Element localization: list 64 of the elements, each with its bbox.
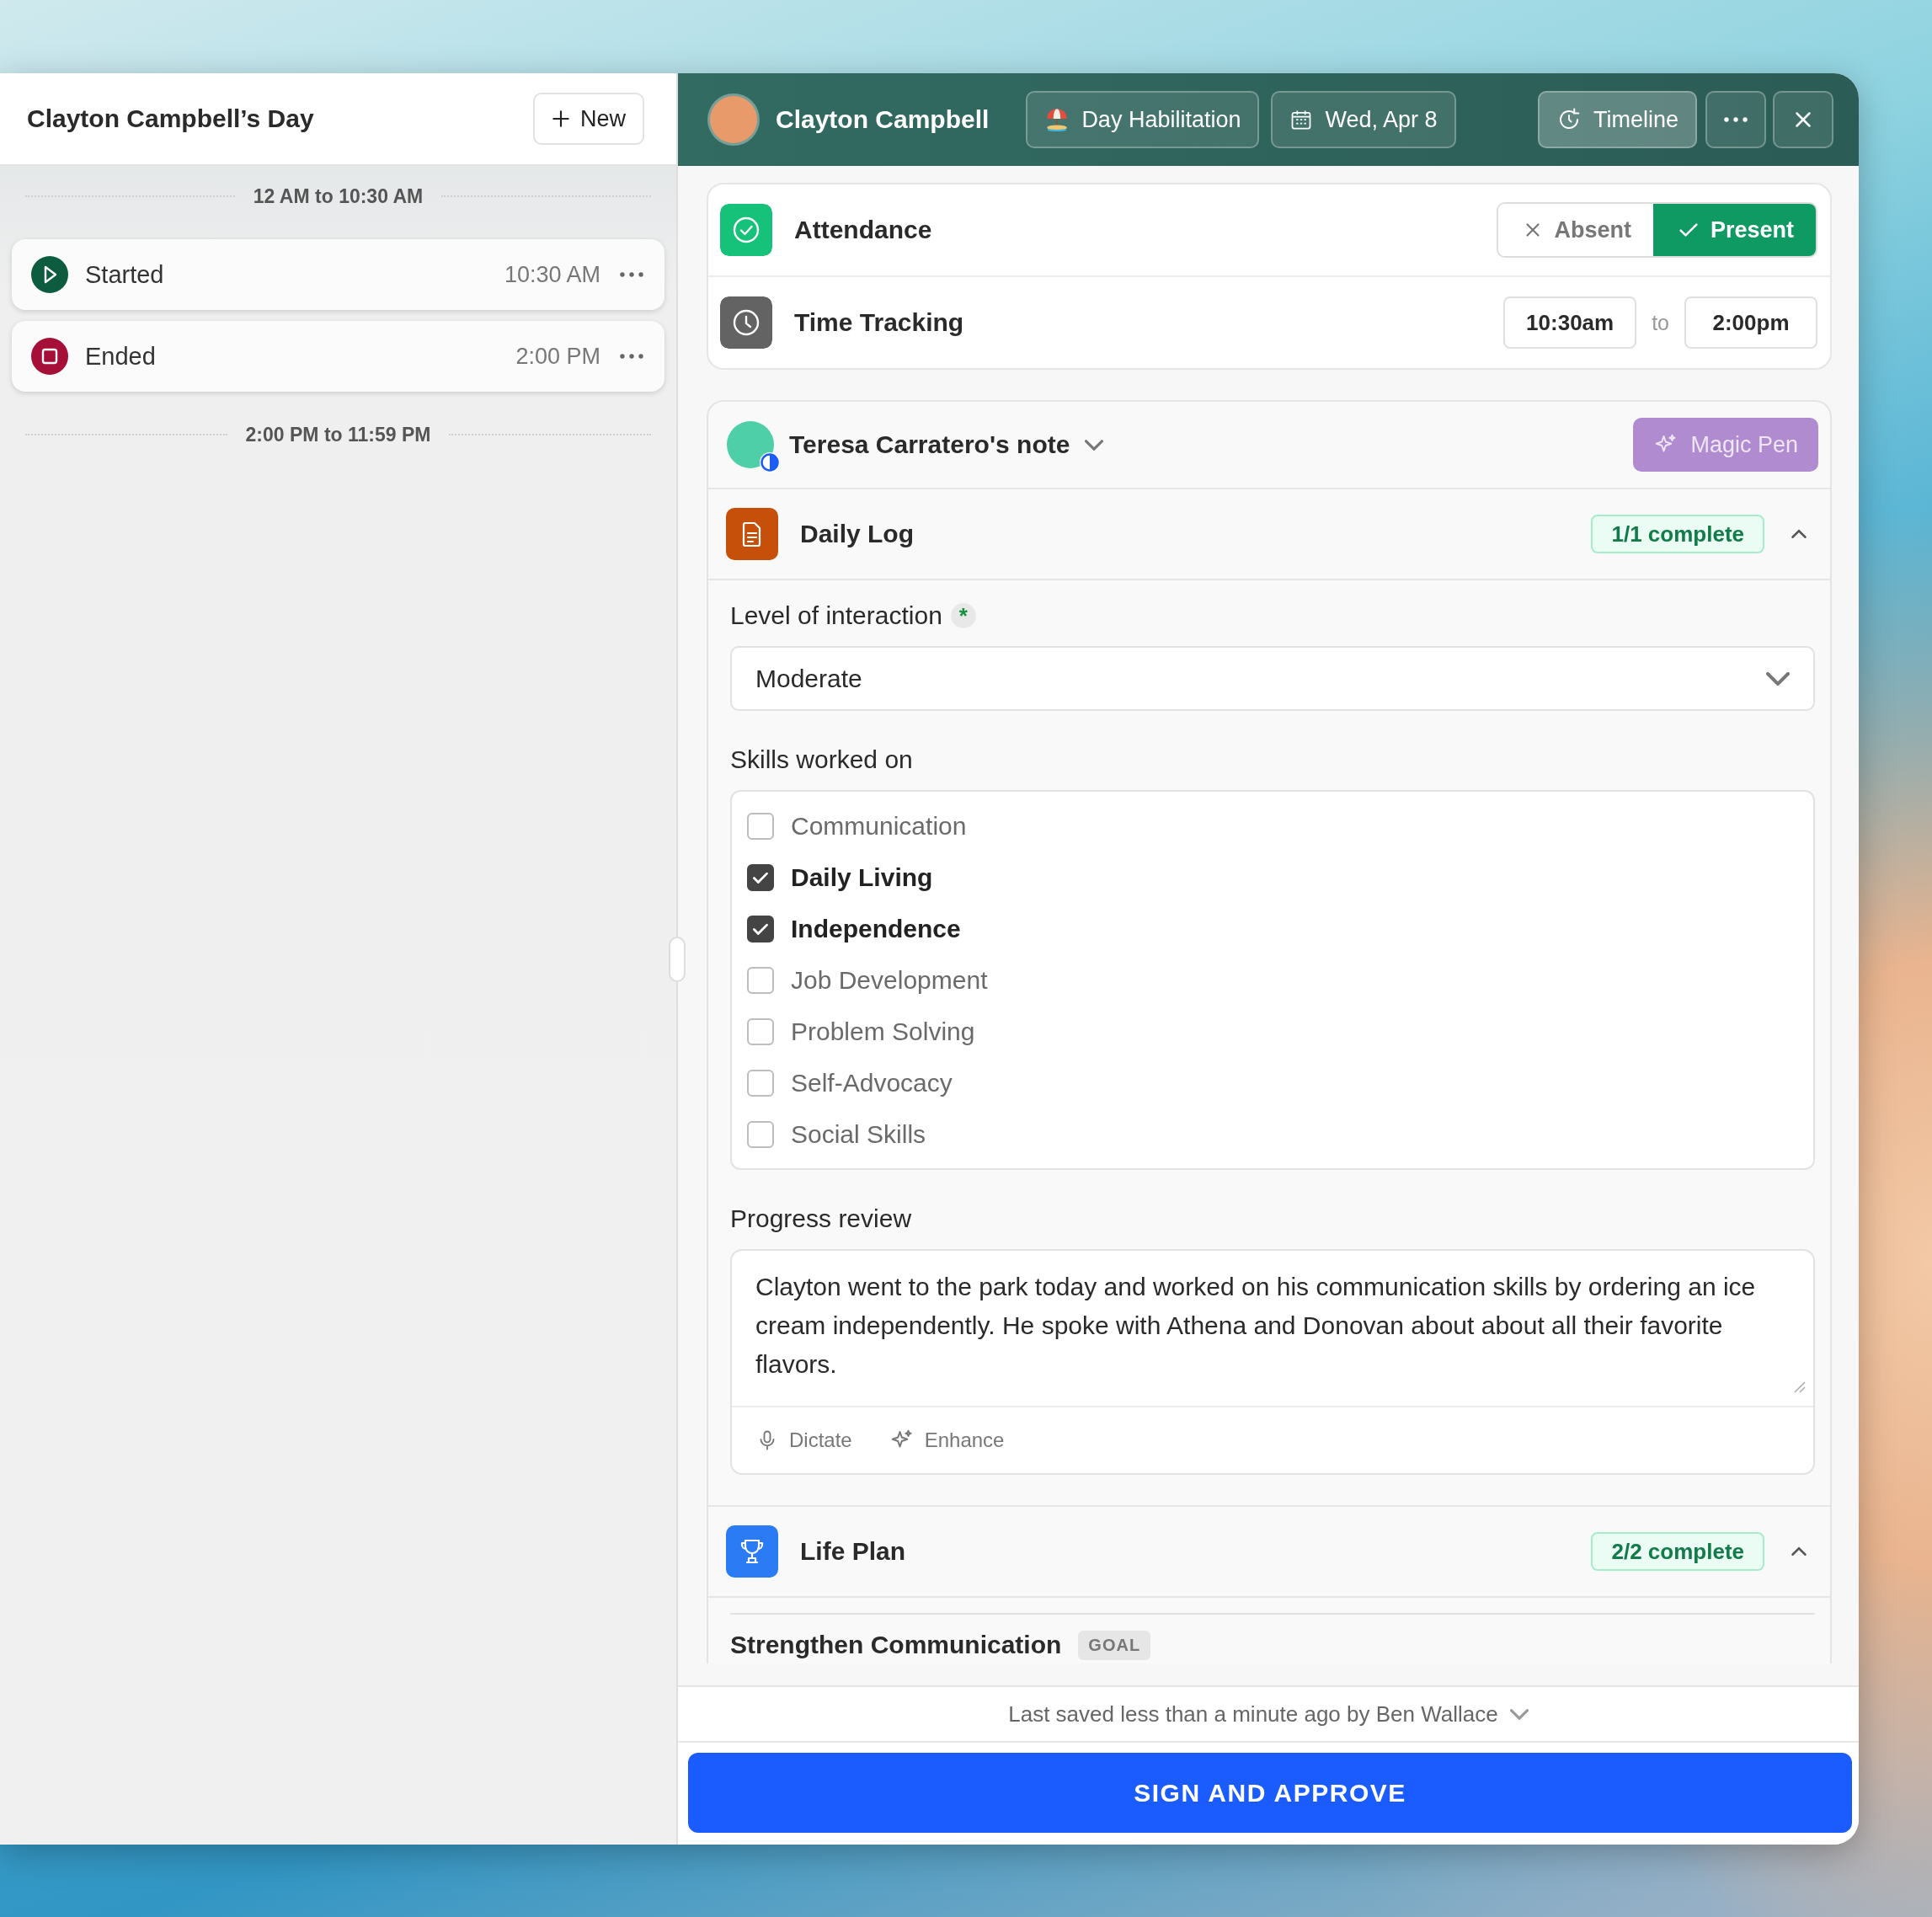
section-title: Life Plan bbox=[800, 1537, 907, 1566]
resize-handle[interactable] bbox=[669, 937, 686, 982]
field-label: Level of interaction bbox=[730, 601, 942, 630]
skill-label: Social Skills bbox=[791, 1119, 926, 1149]
skill-label: Communication bbox=[791, 811, 967, 841]
chevron-down-icon bbox=[1509, 1708, 1529, 1720]
skill-label: Job Development bbox=[791, 965, 988, 995]
field-label: Progress review bbox=[730, 1204, 912, 1233]
checkbox[interactable] bbox=[747, 966, 774, 994]
stop-icon bbox=[31, 338, 68, 375]
time-range-label: 12 AM to 10:30 AM bbox=[253, 184, 424, 208]
chevron-down-icon bbox=[1766, 671, 1790, 686]
event-card[interactable]: Ended 2:00 PM bbox=[12, 321, 664, 392]
checkbox[interactable] bbox=[747, 1120, 774, 1148]
level-select[interactable]: Moderate bbox=[730, 646, 1815, 711]
required-mark: * bbox=[950, 603, 976, 628]
plus-icon bbox=[550, 108, 572, 130]
clock-icon bbox=[720, 296, 772, 349]
dictate-button[interactable]: Dictate bbox=[755, 1428, 852, 1452]
skill-label: Self-Advocacy bbox=[791, 1068, 953, 1097]
ellipsis-icon bbox=[619, 353, 644, 360]
skill-label: Daily Living bbox=[791, 862, 933, 892]
client-avatar bbox=[710, 96, 757, 143]
play-icon bbox=[31, 256, 68, 293]
present-toggle[interactable]: Present bbox=[1652, 204, 1816, 256]
trophy-icon bbox=[726, 1525, 778, 1578]
service-button[interactable]: Day Habilitation bbox=[1026, 91, 1260, 148]
checkbox[interactable] bbox=[747, 1069, 774, 1097]
last-saved-text: Last saved less than a minute ago by Ben Wallace bbox=[1008, 1701, 1498, 1727]
event-label: Ended bbox=[85, 342, 157, 371]
checkbox[interactable] bbox=[747, 863, 774, 891]
time-range-label: 2:00 PM to 11:59 PM bbox=[245, 423, 431, 446]
goal-tag: GOAL bbox=[1078, 1630, 1151, 1660]
half-circle-icon bbox=[759, 451, 781, 473]
checkbox[interactable] bbox=[747, 812, 774, 840]
section-title: Daily Log bbox=[800, 520, 915, 548]
to-label: to bbox=[1652, 310, 1669, 335]
skill-label: Problem Solving bbox=[791, 1017, 975, 1046]
status-badge: 1/1 complete bbox=[1591, 515, 1764, 553]
client-name: Clayton Campbell bbox=[776, 105, 990, 134]
sign-and-approve-button[interactable]: SIGN AND APPROVE bbox=[688, 1753, 1852, 1833]
end-time-field[interactable]: 2:00pm bbox=[1684, 296, 1817, 349]
date-button[interactable]: Wed, Apr 8 bbox=[1271, 91, 1456, 148]
chevron-down-icon bbox=[1085, 439, 1104, 451]
new-button[interactable]: New bbox=[533, 93, 644, 145]
goal-title: Strengthen Communication bbox=[730, 1631, 1062, 1659]
event-time: 10:30 AM bbox=[504, 261, 600, 288]
event-time: 2:00 PM bbox=[515, 343, 600, 370]
time-tracking-label: Time Tracking bbox=[794, 308, 965, 337]
day-title: Clayton Campbell’s Day bbox=[27, 104, 314, 133]
event-label: Started bbox=[85, 260, 165, 289]
attendance-label: Attendance bbox=[794, 216, 933, 244]
skill-label: Independence bbox=[791, 914, 961, 943]
ellipsis-icon bbox=[619, 271, 644, 278]
checkbox[interactable] bbox=[747, 1017, 774, 1045]
start-time-field[interactable]: 10:30am bbox=[1503, 296, 1637, 349]
enhance-button[interactable]: Enhance bbox=[889, 1428, 1005, 1453]
document-icon bbox=[726, 508, 778, 560]
field-label: Skills worked on bbox=[730, 745, 913, 774]
status-badge: 2/2 complete bbox=[1591, 1532, 1764, 1571]
checkbox[interactable] bbox=[747, 915, 774, 942]
progress-textarea[interactable]: Clayton went to the park today and worked on his communication skills by ordering an ice cream independently. He spoke with Athena and Donovan about about all their favorite flavors. Dictate Enhance bbox=[730, 1249, 1815, 1475]
note-author: Teresa Carratero's note bbox=[789, 430, 1070, 459]
event-card[interactable]: Started 10:30 AM bbox=[12, 239, 664, 310]
